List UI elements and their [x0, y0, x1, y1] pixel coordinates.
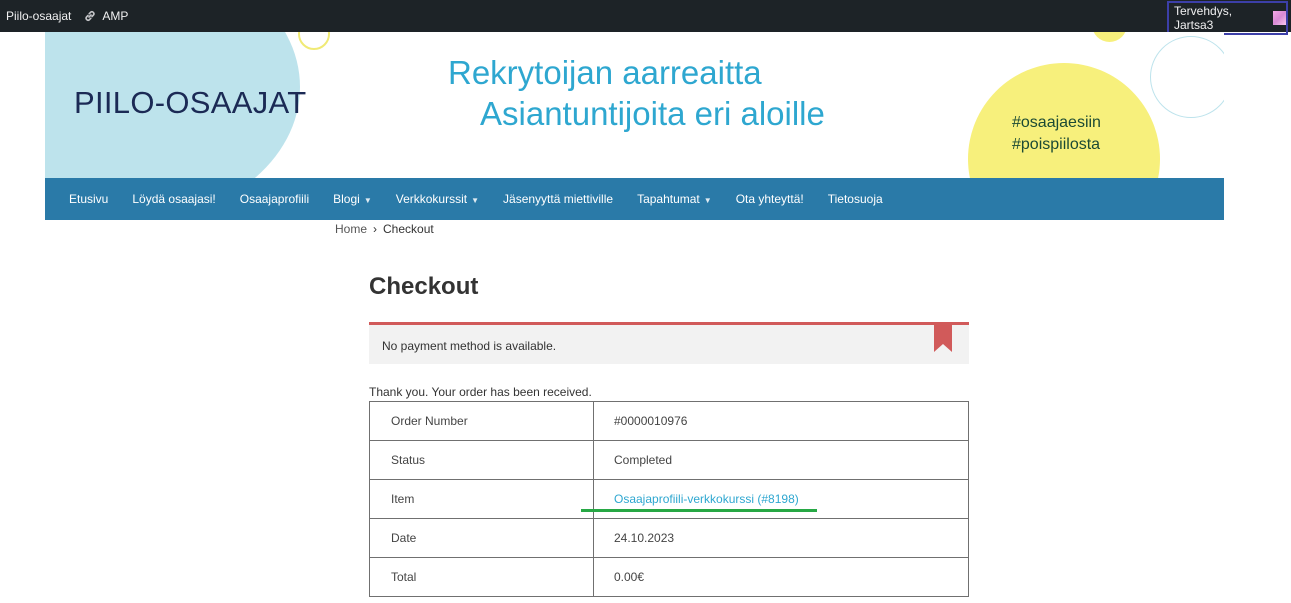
user-account-menu[interactable]: Tervehdys, Jartsa3 — [1167, 1, 1288, 35]
nav-item-jasenyytta[interactable]: Jäsenyyttä miettiville — [503, 192, 613, 206]
date-label: Date — [369, 518, 594, 558]
nav-label: Blogi — [333, 192, 360, 206]
item-link[interactable]: Osaajaprofiili-verkkokurssi (#8198) — [614, 492, 799, 506]
order-thanks-text: Thank you. Your order has been received. — [369, 385, 592, 399]
breadcrumb-current: Checkout — [383, 222, 434, 236]
breadcrumb-separator-icon: › — [373, 222, 378, 236]
total-label: Total — [369, 557, 594, 597]
order-number-value: #0000010976 — [593, 401, 969, 441]
site-logo[interactable]: PIILO-OSAAJAT — [74, 85, 306, 121]
item-label: Item — [369, 479, 594, 519]
chevron-down-icon: ▼ — [471, 196, 480, 205]
decorative-yellow-dot — [1092, 32, 1127, 42]
nav-label: Etusivu — [69, 192, 109, 206]
breadcrumb-home-link[interactable]: Home — [335, 222, 367, 236]
breadcrumb: Home › Checkout — [335, 222, 434, 236]
admin-bar: Piilo-osaajat AMP Tervehdys, Jartsa3 — [0, 0, 1291, 35]
nav-label: Jäsenyyttä miettiville — [503, 192, 614, 206]
tagline-line2: Asiantuntijoita eri aloille — [480, 95, 825, 132]
error-notice: No payment method is available. — [369, 322, 969, 364]
nav-item-tietosuoja[interactable]: Tietosuoja — [828, 192, 883, 206]
nav-item-etusivu[interactable]: Etusivu — [69, 192, 108, 206]
tagline-line1: Rekrytoijan aarreaitta — [448, 54, 762, 91]
nav-item-loyda-osaajasi[interactable]: Löydä osaajasi! — [132, 192, 215, 206]
hashtag-2: #poispiilosta — [1012, 136, 1101, 153]
page: PIILO-OSAAJAT Rekrytoijan aarreaitta Asi… — [45, 32, 1224, 603]
nav-item-osaajaprofiili[interactable]: Osaajaprofiili — [240, 192, 309, 206]
table-row: Order Number #0000010976 — [369, 401, 969, 441]
total-value: 0.00€ — [593, 557, 969, 597]
avatar — [1272, 11, 1286, 25]
nav-label: Löydä osaajasi! — [132, 192, 216, 206]
table-row: Total 0.00€ — [369, 557, 969, 597]
link-icon — [85, 11, 96, 21]
table-row: Status Completed — [369, 440, 969, 480]
nav-label: Osaajaprofiili — [239, 192, 310, 206]
chevron-down-icon: ▼ — [703, 196, 712, 205]
notice-message: No payment method is available. — [382, 339, 557, 353]
page-title: Checkout — [369, 273, 479, 300]
nav-item-ota-yhteytta[interactable]: Ota yhteyttä! — [736, 192, 804, 206]
order-details-table: Order Number #0000010976 Status Complete… — [369, 401, 969, 597]
nav-label: Verkkokurssit — [395, 192, 468, 206]
nav-label: Ota yhteyttä! — [735, 192, 804, 206]
amp-link[interactable]: AMP — [83, 9, 128, 23]
hashtags: #osaajaesiin #poispiilosta — [1012, 112, 1101, 156]
decorative-yellow-ring — [298, 32, 330, 50]
order-number-label: Order Number — [369, 401, 594, 441]
main-navigation: Etusivu Löydä osaajasi! Osaajaprofiili B… — [45, 178, 1224, 220]
table-row: Item Osaajaprofiili-verkkokurssi (#8198) — [369, 479, 969, 519]
nav-item-tapahtumat[interactable]: Tapahtumat ▼ — [637, 192, 712, 206]
nav-item-verkkokurssit[interactable]: Verkkokurssit ▼ — [396, 192, 479, 206]
highlight-underline — [581, 509, 817, 512]
site-name-link[interactable]: Piilo-osaajat — [6, 9, 71, 23]
hashtag-1: #osaajaesiin — [1012, 114, 1101, 131]
status-value: Completed — [593, 440, 969, 480]
bookmark-icon — [934, 325, 952, 352]
date-value: 24.10.2023 — [593, 518, 969, 558]
table-row: Date 24.10.2023 — [369, 518, 969, 558]
status-label: Status — [369, 440, 594, 480]
nav-item-blogi[interactable]: Blogi ▼ — [333, 192, 372, 206]
item-cell: Osaajaprofiili-verkkokurssi (#8198) — [593, 479, 969, 519]
greeting-text: Tervehdys, Jartsa3 — [1174, 4, 1233, 32]
chevron-down-icon: ▼ — [363, 196, 372, 205]
nav-label: Tapahtumat — [637, 192, 700, 206]
nav-label: Tietosuoja — [827, 192, 883, 206]
amp-label: AMP — [102, 9, 129, 23]
site-header: PIILO-OSAAJAT Rekrytoijan aarreaitta Asi… — [45, 32, 1224, 178]
decorative-blue-ring — [1150, 36, 1224, 118]
